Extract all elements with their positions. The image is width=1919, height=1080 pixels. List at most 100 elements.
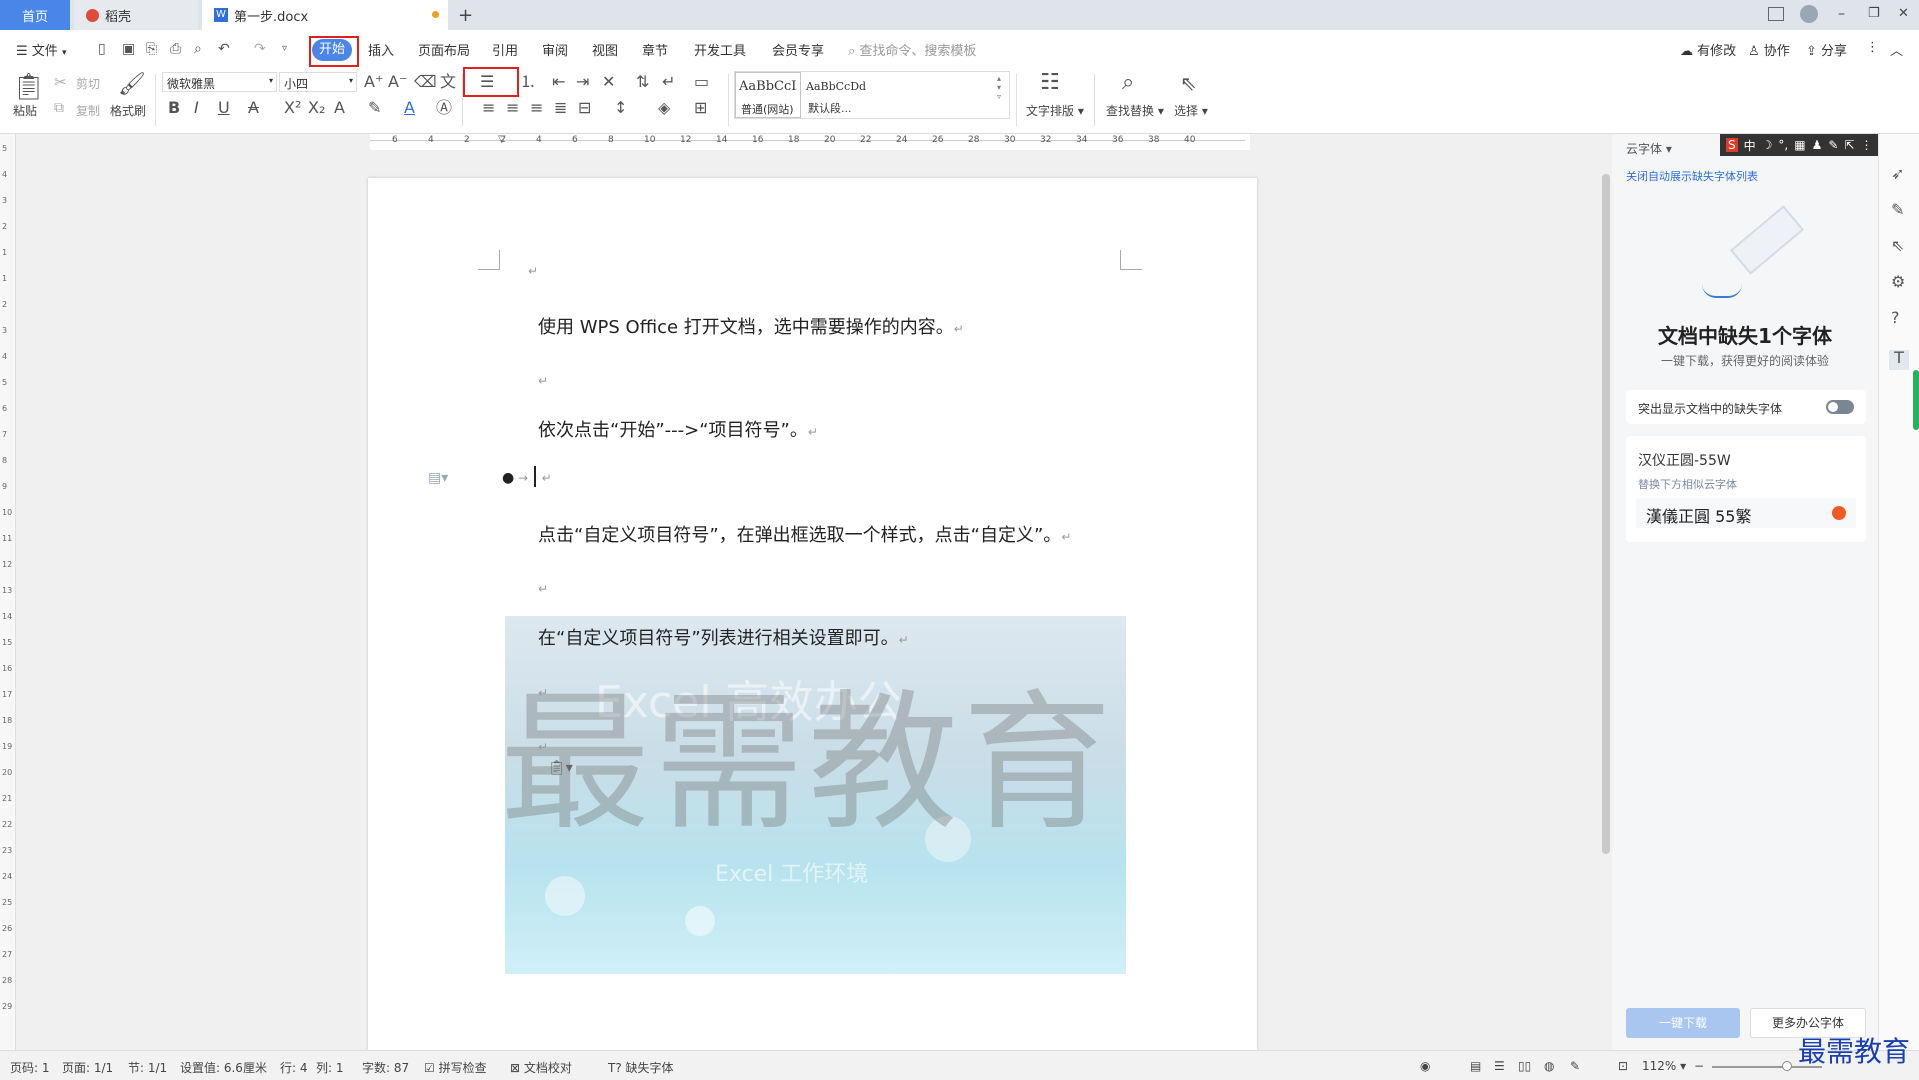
char-border-icon[interactable]: Ⓐ: [436, 100, 452, 116]
avatar[interactable]: [1800, 5, 1818, 23]
write-view-icon[interactable]: ✎: [1570, 1059, 1580, 1073]
font-size-select[interactable]: 小四 ▾: [279, 72, 357, 92]
text-layout-button[interactable]: 文字排版 ▾: [1026, 102, 1084, 119]
paragraph-handle-icon[interactable]: ▤▾: [428, 470, 448, 486]
print-icon[interactable]: ⎙: [170, 41, 181, 57]
find-replace-button[interactable]: 查找替换 ▾: [1106, 102, 1164, 119]
chinese-layout-icon[interactable]: ✕: [602, 74, 615, 90]
paragraph-3[interactable]: 点击“自定义项目符号”，在弹出框选取一个样式，点击“自定义”。↵: [538, 521, 1071, 547]
horizontal-ruler[interactable]: 6 4 2 2 4 6 8 10 12 14 16 18 20 22 24 26 28 30 32 34 36 38 40 …: [370, 134, 1250, 150]
menu-item-section[interactable]: 章节: [642, 40, 668, 59]
modified-button[interactable]: ☁ 有修改: [1680, 40, 1736, 59]
paste-icon[interactable]: 📋︎: [12, 74, 45, 100]
share-button[interactable]: ⇪ 分享: [1806, 40, 1847, 59]
undo-icon[interactable]: ↶: [218, 41, 230, 57]
menu-item-developer[interactable]: 开发工具: [694, 40, 746, 59]
missing-font-button[interactable]: T? 缺失字体: [608, 1059, 674, 1076]
bold-icon[interactable]: B: [168, 100, 180, 116]
toggle-switch[interactable]: [1826, 400, 1854, 414]
tab-home[interactable]: 首页: [0, 0, 70, 30]
layout-icon[interactable]: [1768, 7, 1784, 21]
copy-button[interactable]: 复制: [76, 102, 100, 119]
menu-item-page-layout[interactable]: 页面布局: [418, 40, 470, 59]
vertical-ruler[interactable]: 5 4 3 2 1 1 2 3 4 5 6 7 8 9 10 11 12 13 14 15 16 17 18 19 20 21 22…: [0, 134, 16, 1050]
download-all-button[interactable]: 一键下载: [1626, 1008, 1740, 1038]
vertical-scrollbar[interactable]: [1600, 134, 1612, 1050]
new-tab-button[interactable]: +: [458, 0, 482, 30]
collaborate-button[interactable]: ♙ 协作: [1748, 40, 1790, 59]
align-left-icon[interactable]: ≡: [482, 100, 495, 116]
ime-toolbar[interactable]: S 中 ☽ °, ▦ ♟ ✎ ⇱ ⋮: [1720, 134, 1878, 156]
pane-header[interactable]: 云字体 ▾: [1626, 140, 1672, 157]
status-words[interactable]: 字数: 87: [362, 1059, 409, 1076]
command-search[interactable]: ⌕ 查找命令、搜索模板: [848, 40, 976, 59]
minimize-button[interactable]: –: [1838, 6, 1845, 22]
table-icon[interactable]: ▭: [694, 74, 709, 90]
font-family-select[interactable]: 微软雅黑 ▾: [162, 72, 277, 92]
document-page[interactable]: ↵ Excel 高效办公 Excel 工作环境 最需教育 使用 WPS Offi…: [368, 178, 1257, 1050]
align-right-icon[interactable]: ≡: [530, 100, 543, 116]
shading-icon[interactable]: ◈: [658, 100, 670, 116]
spell-check-button[interactable]: ☑ 拼写检查: [424, 1059, 487, 1076]
save-icon[interactable]: ▣: [122, 41, 135, 57]
menu-item-member[interactable]: 会员专享: [772, 40, 824, 59]
zoom-out-button[interactable]: −: [1694, 1059, 1704, 1073]
superscript-icon[interactable]: X²: [284, 100, 301, 116]
font-icon[interactable]: T: [1889, 350, 1909, 370]
tab-daoke[interactable]: 稻壳: [74, 0, 198, 30]
menu-item-review[interactable]: 审阅: [542, 40, 568, 59]
menu-item-references[interactable]: 引用: [492, 40, 518, 59]
text-layout-icon[interactable]: ☷: [1040, 72, 1060, 94]
style-normal-web[interactable]: AaBbCcI 普通(网站): [735, 72, 801, 118]
distribute-icon[interactable]: ⊟: [578, 100, 591, 116]
redo-icon[interactable]: ↷: [254, 41, 266, 57]
outline-view-icon[interactable]: ☰: [1494, 1059, 1505, 1073]
strikethrough-icon[interactable]: A: [248, 100, 259, 116]
align-center-icon[interactable]: ≡: [506, 100, 519, 116]
zoom-slider-thumb[interactable]: [1782, 1061, 1792, 1071]
show-marks-icon[interactable]: ↵: [662, 74, 675, 90]
underline-icon[interactable]: U: [218, 100, 230, 116]
text-effect-icon[interactable]: A: [334, 100, 345, 116]
print-preview-icon[interactable]: ⌕: [194, 41, 202, 57]
status-setting[interactable]: 设置值: 6.6厘米: [180, 1059, 267, 1076]
restore-button[interactable]: ❐: [1868, 6, 1880, 21]
cursor-icon[interactable]: ⇖: [1180, 72, 1197, 94]
more-icon[interactable]: ⋮: [1866, 40, 1879, 55]
pencil-icon[interactable]: ✎: [1891, 202, 1904, 218]
rocket-icon[interactable]: ➶: [1891, 166, 1904, 182]
close-button[interactable]: ✕: [1898, 6, 1909, 21]
web-view-icon[interactable]: ◍: [1544, 1059, 1554, 1073]
pointer-icon[interactable]: ⇖: [1891, 238, 1904, 254]
paste-button[interactable]: 粘贴: [13, 102, 37, 119]
paste-options-icon[interactable]: 📋︎▾: [548, 760, 573, 776]
format-painter-button[interactable]: 格式刷: [110, 102, 146, 119]
customize-chevron-icon[interactable]: ▿: [282, 41, 287, 57]
cloud-font-option[interactable]: 漢儀正圓 55繁: [1636, 498, 1856, 528]
sort-icon[interactable]: ⇅: [636, 74, 649, 90]
reading-view-icon[interactable]: ▯▯: [1518, 1059, 1531, 1073]
grow-font-icon[interactable]: A⁺: [364, 74, 383, 90]
style-scroll-icon[interactable]: ▴ ▾ ▿: [997, 74, 1001, 101]
cut-button[interactable]: 剪切: [76, 75, 100, 92]
new-doc-icon[interactable]: ▯: [98, 41, 106, 57]
style-default[interactable]: AaBbCcDd 默认段...: [803, 72, 923, 118]
indent-marker-icon[interactable]: ▽: [498, 134, 506, 145]
file-menu[interactable]: ☰ 文件 ▾: [16, 40, 66, 59]
collapse-ribbon-icon[interactable]: ︿: [1890, 40, 1903, 59]
cut-icon[interactable]: ✂: [54, 74, 67, 90]
numbered-list-icon[interactable]: ⒈: [520, 74, 536, 90]
zoom-level[interactable]: 112% ▾: [1642, 1059, 1686, 1073]
settings-icon[interactable]: ⚙: [1891, 274, 1905, 290]
tab-document[interactable]: W 第一步.docx: [202, 0, 448, 30]
font-color-icon[interactable]: A: [404, 100, 415, 116]
format-painter-icon[interactable]: 🖌︎: [118, 74, 146, 96]
highlight-icon[interactable]: ✎: [368, 100, 381, 116]
proofread-button[interactable]: ⊠ 文档校对: [510, 1059, 572, 1076]
increase-indent-icon[interactable]: ⇥: [576, 74, 589, 90]
close-auto-show-link[interactable]: 关闭自动展示缺失字体列表: [1626, 168, 1758, 184]
line-spacing-icon[interactable]: ↕: [614, 100, 627, 116]
subscript-icon[interactable]: X₂: [308, 100, 325, 116]
bullet-item[interactable]: ● → ↵: [502, 466, 552, 487]
menu-item-view[interactable]: 视图: [592, 40, 618, 59]
